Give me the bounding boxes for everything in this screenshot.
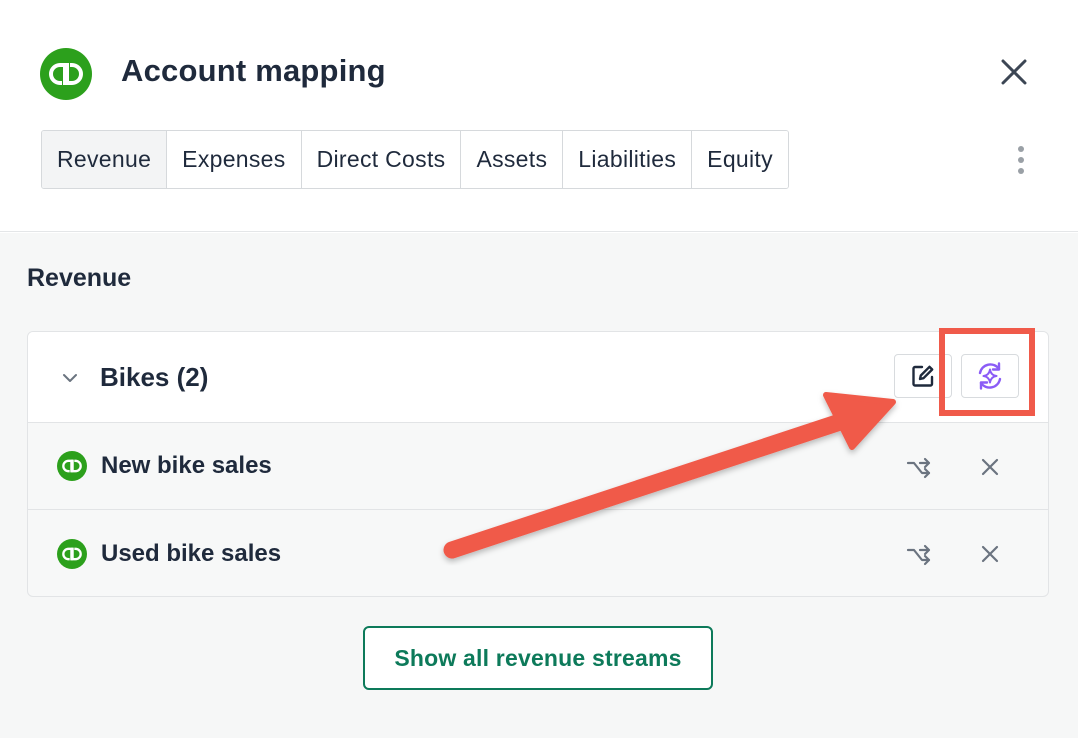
tab-liabilities[interactable]: Liabilities (563, 131, 693, 188)
edit-icon (912, 365, 934, 387)
remove-item-button[interactable] (972, 536, 1008, 572)
item-label: New bike sales (101, 452, 272, 479)
list-item: Used bike sales (28, 510, 1048, 596)
ai-remap-button[interactable] (961, 354, 1019, 398)
remap-icon (906, 544, 931, 566)
close-icon (1001, 59, 1027, 85)
kebab-dot (1018, 146, 1024, 152)
revenue-group-card: Bikes (2) New bike sales Used bike sales (27, 331, 1049, 597)
ai-refresh-icon (978, 362, 1002, 390)
group-header-row: Bikes (2) (28, 332, 1048, 423)
modal-header: Account mapping Revenue Expenses Direct … (0, 0, 1078, 232)
mapping-content: Revenue Bikes (2) New bike sales Used bi… (0, 233, 1078, 738)
close-icon (981, 545, 999, 563)
list-item: New bike sales (28, 423, 1048, 510)
tab-expenses[interactable]: Expenses (167, 131, 302, 188)
quickbooks-logo-icon (57, 538, 87, 569)
close-button[interactable] (994, 52, 1034, 92)
tab-direct-costs[interactable]: Direct Costs (301, 131, 462, 188)
close-icon (981, 458, 999, 476)
remap-item-button[interactable] (901, 536, 937, 572)
category-tabs: Revenue Expenses Direct Costs Assets Lia… (41, 130, 789, 189)
tab-revenue[interactable]: Revenue (42, 131, 168, 188)
remove-item-button[interactable] (972, 449, 1008, 485)
group-title: Bikes (2) (100, 362, 209, 392)
tab-equity[interactable]: Equity (692, 131, 788, 188)
edit-group-button[interactable] (894, 354, 952, 398)
show-all-revenue-streams-button[interactable]: Show all revenue streams (363, 626, 713, 690)
quickbooks-logo-icon (40, 48, 92, 100)
remap-icon (906, 457, 931, 479)
section-title: Revenue (27, 264, 132, 292)
chevron-down-icon[interactable] (60, 368, 80, 388)
item-label: Used bike sales (101, 539, 282, 567)
tab-assets[interactable]: Assets (461, 131, 564, 188)
quickbooks-logo-icon (57, 451, 87, 481)
page-title: Account mapping (121, 53, 386, 88)
kebab-dot (1018, 168, 1024, 174)
remap-item-button[interactable] (901, 449, 937, 485)
more-options-button[interactable] (1008, 140, 1034, 180)
kebab-dot (1018, 157, 1024, 163)
